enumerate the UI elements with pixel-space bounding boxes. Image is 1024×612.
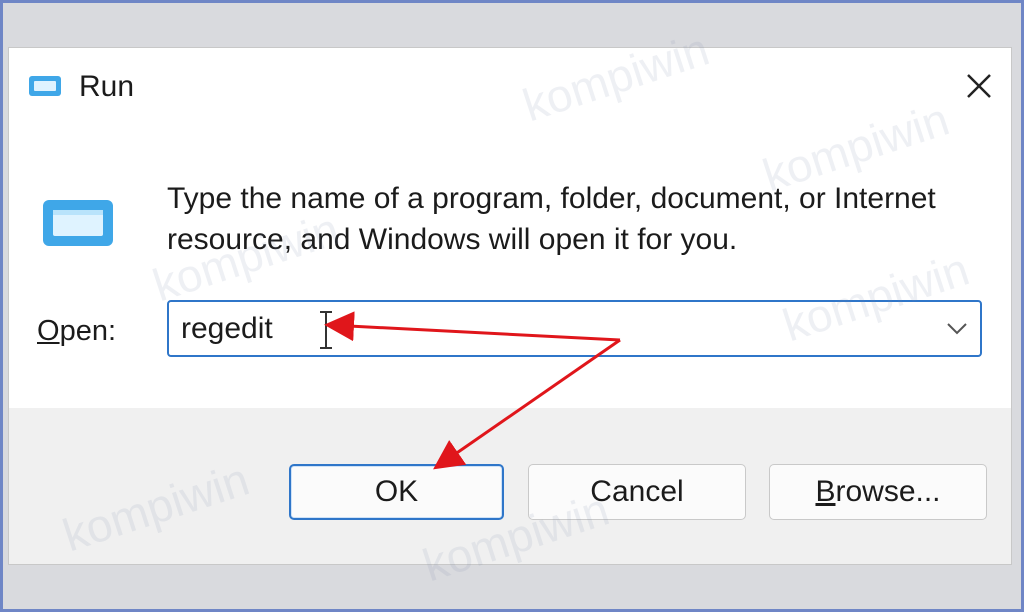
- open-label: Open:: [37, 315, 116, 348]
- run-dialog: Run Type the name of a program, folder, …: [8, 47, 1012, 565]
- description-text: Type the name of a program, folder, docu…: [167, 178, 987, 260]
- title-bar: Run: [9, 48, 1011, 128]
- description-line-1: Type the name of a program, folder, docu…: [167, 182, 936, 215]
- run-app-icon: [27, 72, 63, 105]
- cancel-button[interactable]: Cancel: [528, 464, 746, 520]
- open-label-rest: pen:: [59, 315, 117, 347]
- browse-button[interactable]: Browse...: [769, 464, 987, 520]
- open-input[interactable]: [181, 302, 921, 355]
- run-icon: [39, 194, 117, 257]
- description-line-2: resource, and Windows will open it for y…: [167, 223, 738, 256]
- close-icon[interactable]: [959, 66, 999, 106]
- window-title: Run: [79, 70, 135, 103]
- text-cursor-icon: [317, 308, 335, 357]
- open-combobox[interactable]: [167, 300, 982, 357]
- chevron-down-icon[interactable]: [944, 316, 970, 345]
- button-bar: OK Cancel Browse...: [9, 408, 1011, 564]
- browse-accelerator: B: [815, 475, 836, 508]
- browse-label-rest: rowse...: [835, 475, 941, 508]
- open-label-accelerator: O: [37, 315, 60, 347]
- ok-button[interactable]: OK: [289, 464, 504, 520]
